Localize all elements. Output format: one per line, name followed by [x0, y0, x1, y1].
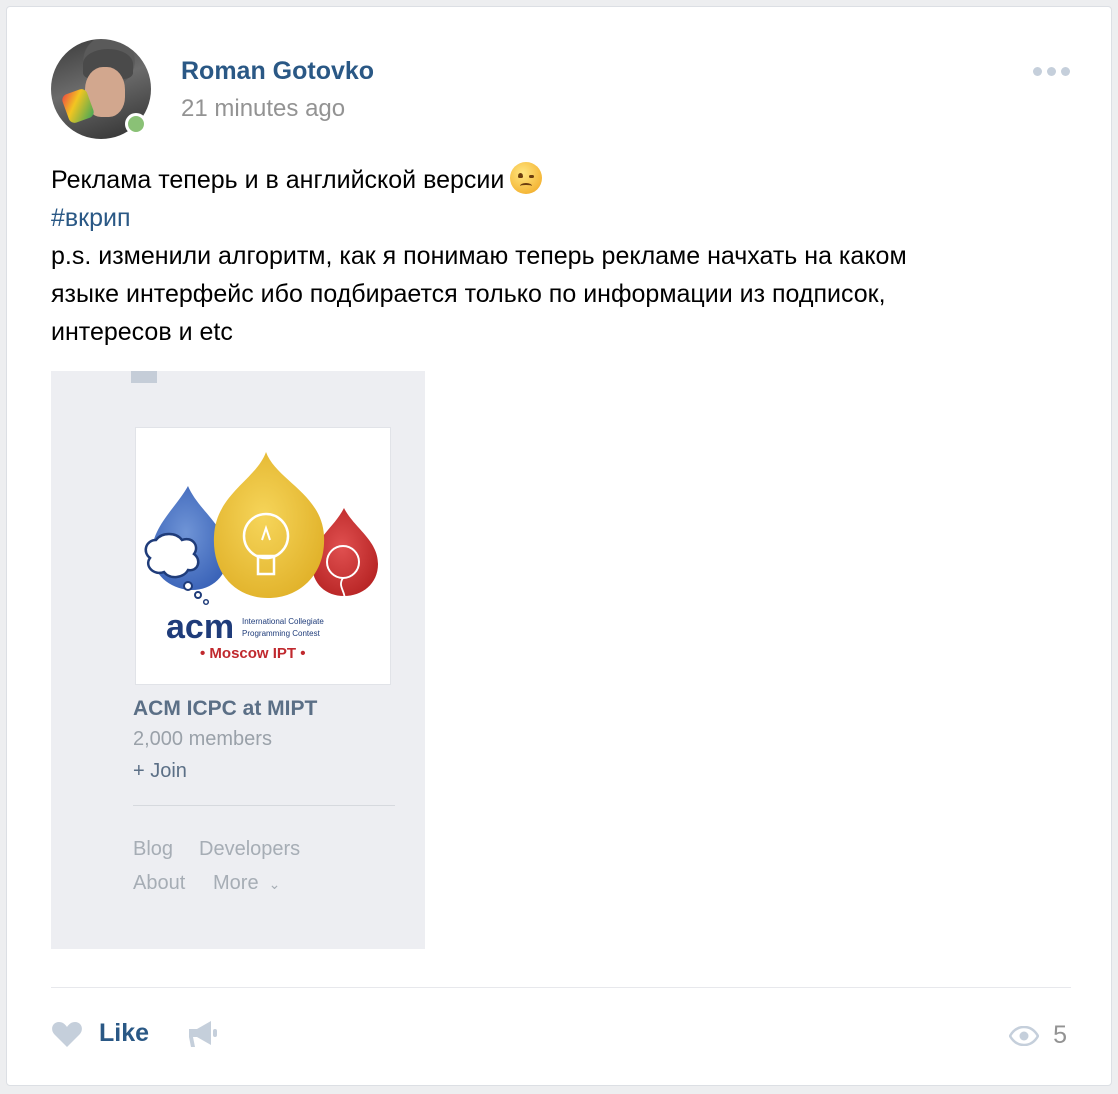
heart-icon [52, 1021, 82, 1047]
hashtag-link[interactable]: #вкрип [51, 204, 131, 232]
online-status-icon [125, 113, 147, 135]
ad-title: ACM ICPC at MIPT [133, 697, 318, 720]
ad-image-acm-text: acm [166, 608, 234, 646]
ad-divider [133, 805, 395, 806]
share-button[interactable] [187, 1019, 219, 1054]
post-text-line3: языке интерфейс ибо подбирается только п… [51, 280, 886, 308]
like-label: Like [99, 1019, 150, 1047]
post-text-line1: Реклама теперь и в английской версии [51, 166, 505, 194]
ad-image-contest-line2: Programming Contest [242, 629, 321, 638]
like-button[interactable]: Like [51, 1019, 149, 1048]
footer-link-developers: Developers [199, 838, 301, 860]
actions-divider [51, 987, 1071, 988]
views-counter: 5 [1009, 1021, 1067, 1050]
footer-link-more: More ⌄ [213, 872, 280, 895]
post-text-line4: интересов и etc [51, 318, 233, 346]
more-options-icon[interactable] [1033, 67, 1070, 76]
post-time[interactable]: 21 minutes ago [181, 95, 345, 123]
post-text: Реклама теперь и в английской версии #вк… [51, 161, 1051, 351]
chevron-down-icon: ⌄ [268, 876, 281, 892]
ad-image: acm International Collegiate Programming… [135, 427, 391, 685]
ad-members: 2,000 members [133, 728, 272, 750]
footer-link-about: About [133, 872, 186, 894]
views-count: 5 [1053, 1021, 1067, 1049]
author-name[interactable]: Roman Gotovko [181, 57, 374, 86]
eye-icon [1009, 1025, 1040, 1046]
ad-join-button: + Join [133, 760, 187, 782]
confused-emoji-icon [510, 162, 543, 194]
attached-screenshot[interactable]: acm International Collegiate Programming… [51, 371, 425, 949]
footer-link-more-label: More [213, 872, 259, 894]
ad-image-contest-line1: International Collegiate [242, 617, 324, 626]
ad-image-moscow-text: • Moscow IPT • [200, 645, 306, 662]
cut-off-header [131, 371, 175, 387]
footer-link-blog: Blog [133, 838, 174, 860]
post-card: Roman Gotovko 21 minutes ago Реклама теп… [6, 6, 1112, 1086]
megaphone-icon [189, 1021, 217, 1047]
post-text-line2: p.s. изменили алгоритм, как я понимаю те… [51, 242, 907, 270]
